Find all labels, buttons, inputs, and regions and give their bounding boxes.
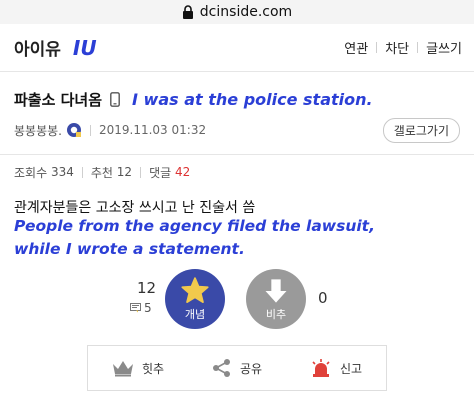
recommend-label: 추천 <box>90 165 113 180</box>
share-icon <box>212 359 230 377</box>
views-count: 334 <box>50 165 74 179</box>
upvote-label: 개념 <box>184 307 206 321</box>
stats-divider <box>140 166 142 178</box>
views-label: 조회수 <box>14 165 48 180</box>
siren-icon <box>312 359 330 377</box>
menu-divider <box>417 42 419 53</box>
vote-area: 12 5 개념 비추 0 <box>0 269 474 349</box>
downvote-count: 0 <box>318 289 328 307</box>
downvote-label: 비추 <box>265 307 287 321</box>
post-stats: 조회수 334 추천 12 댓글 42 <box>0 155 474 189</box>
menu-block[interactable]: 차단 <box>385 38 409 57</box>
crown-icon <box>112 361 133 377</box>
overlay-caption-line: while I wrote a statement. <box>14 240 245 258</box>
menu-divider <box>376 42 378 53</box>
hit-button[interactable]: 힛추 <box>112 359 164 377</box>
share-label: 공유 <box>239 361 263 376</box>
post-header: 파출소 다녀옴 I was at the police station. 봉봉봉… <box>0 72 474 143</box>
upvote-button[interactable]: 개념 <box>165 269 225 329</box>
url-domain: dcinside.com <box>199 4 293 20</box>
meta-divider <box>89 124 91 136</box>
comments-count[interactable]: 42 <box>175 165 190 179</box>
header-menu: 연관 차단 글쓰기 <box>344 38 462 57</box>
stats-divider <box>81 166 83 178</box>
post-date: 2019.11.03 01:32 <box>98 123 207 137</box>
report-label: 신고 <box>339 361 363 376</box>
reply-icon <box>130 303 141 313</box>
overlay-caption-body: People from the agency filed the lawsuit… <box>0 215 474 261</box>
menu-related[interactable]: 연관 <box>344 38 368 57</box>
gallery-title[interactable]: 아이유 <box>14 35 61 60</box>
star-icon <box>181 276 209 303</box>
reply-count: 5 <box>130 301 152 315</box>
gallog-button[interactable]: 갤로그가기 <box>382 117 460 143</box>
post-title: 파출소 다녀옴 <box>14 90 103 109</box>
upvote-count: 12 <box>137 279 157 297</box>
reply-count-value: 5 <box>144 301 152 315</box>
post-title-row: 파출소 다녀옴 I was at the police station. <box>14 84 460 114</box>
lock-icon <box>182 5 193 19</box>
author-name[interactable]: 봉봉봉봉. <box>14 122 62 139</box>
post-actions: 힛추 공유 신고 <box>87 345 387 391</box>
share-button[interactable]: 공유 <box>212 358 262 378</box>
menu-write[interactable]: 글쓰기 <box>426 38 462 57</box>
overlay-caption-iu: IU <box>72 35 97 60</box>
mobile-icon <box>110 92 120 107</box>
gallog-badge-icon <box>66 123 81 137</box>
overlay-caption-line: People from the agency filed the lawsuit… <box>14 217 375 235</box>
recommend-count: 12 <box>116 165 133 179</box>
gallery-header: 아이유 IU 연관 차단 글쓰기 <box>0 24 474 72</box>
arrow-down-icon <box>265 278 287 303</box>
report-button[interactable]: 신고 <box>310 358 362 378</box>
comments-label[interactable]: 댓글 <box>149 164 171 181</box>
overlay-caption-title: I was at the police station. <box>132 89 373 109</box>
downvote-button[interactable]: 비추 <box>246 269 306 329</box>
post-body: 관계자분들은 고소장 쓰시고 난 진술서 씀 <box>14 200 256 216</box>
post-meta: 봉봉봉봉. 2019.11.03 01:32 갤로그가기 <box>14 117 460 143</box>
url-bar[interactable]: dcinside.com <box>0 0 474 24</box>
hit-label: 힛추 <box>141 361 165 376</box>
